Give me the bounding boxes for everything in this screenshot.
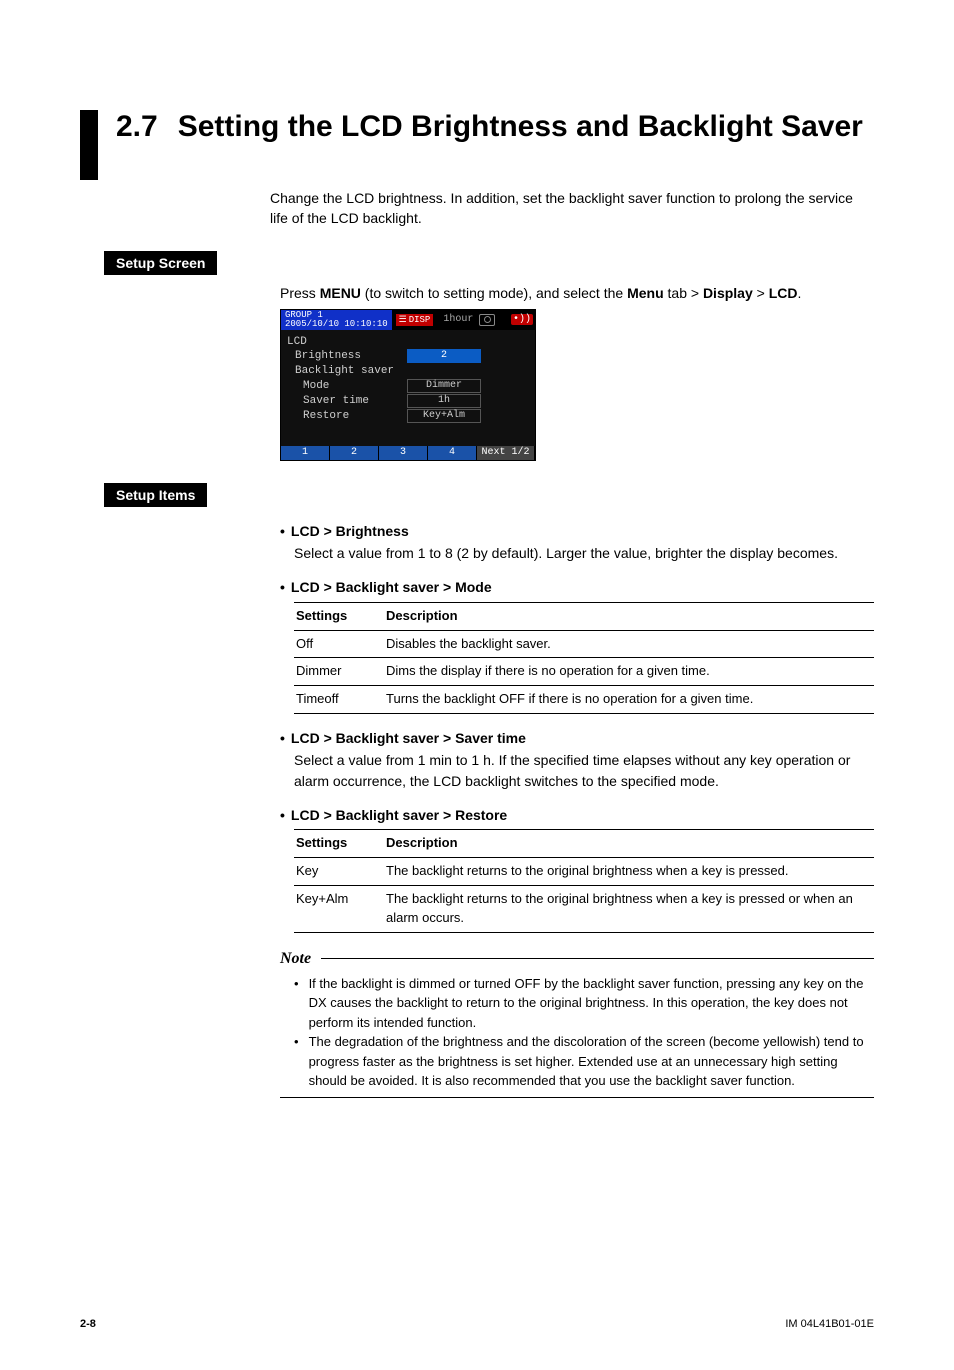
table-row: KeyThe backlight returns to the original… [294, 858, 874, 886]
setup-screen-tag: Setup Screen [104, 251, 217, 275]
table-row: TimeoffTurns the backlight OFF if there … [294, 686, 874, 714]
camera-icon [479, 314, 495, 326]
ss-softkey-next: Next 1/2 [477, 446, 535, 460]
ss-val-savertime: 1h [407, 394, 481, 408]
restore-table: SettingsDescription KeyThe backlight ret… [294, 829, 874, 932]
ss-val-brightness: 2 [407, 349, 481, 363]
ss-group-label: GROUP 1 2005/10/10 10:10:10 [281, 310, 392, 330]
item-brightness-body: Select a value from 1 to 8 (2 by default… [294, 543, 874, 563]
page-number: 2-8 [80, 1318, 96, 1330]
note-list: •If the backlight is dimmed or turned OF… [280, 974, 874, 1098]
ss-softkey-1: 1 [281, 446, 330, 460]
ss-softkey-3: 3 [379, 446, 428, 460]
intro-text: Change the LCD brightness. In addition, … [270, 188, 874, 229]
item-mode-head: •LCD > Backlight saver > Mode [280, 577, 874, 597]
ss-softkey-2: 2 [330, 446, 379, 460]
device-screenshot: GROUP 1 2005/10/10 10:10:10 ☰DISP 1hour … [280, 309, 536, 461]
disp-icon: ☰DISP [396, 314, 434, 326]
setup-items-tag: Setup Items [104, 483, 207, 507]
heading-bar [80, 110, 98, 180]
table-row: DimmerDims the display if there is no op… [294, 658, 874, 686]
ss-val-mode: Dimmer [407, 379, 481, 393]
item-restore-head: •LCD > Backlight saver > Restore [280, 805, 874, 825]
item-savertime-body: Select a value from 1 min to 1 h. If the… [294, 750, 874, 791]
section-number: 2.7 [116, 110, 158, 144]
ss-val-restore: Key+Alm [407, 409, 481, 423]
mode-table: SettingsDescription OffDisables the back… [294, 602, 874, 714]
doc-id: IM 04L41B01-01E [785, 1318, 874, 1330]
item-savertime-head: •LCD > Backlight saver > Saver time [280, 728, 874, 748]
ss-softkey-4: 4 [428, 446, 477, 460]
ss-lcd-label: LCD [287, 336, 529, 348]
table-row: Key+AlmThe backlight returns to the orig… [294, 886, 874, 933]
note-heading: Note [280, 947, 874, 970]
section-title: Setting the LCD Brightness and Backlight… [178, 110, 874, 144]
alarm-icon: •)) [511, 314, 533, 325]
press-instruction: Press MENU (to switch to setting mode), … [280, 283, 874, 303]
section-heading: 2.7 Setting the LCD Brightness and Backl… [80, 110, 874, 180]
page-footer: 2-8 IM 04L41B01-01E [80, 1318, 874, 1330]
ss-1hour: 1hour [443, 314, 473, 325]
item-brightness-head: •LCD > Brightness [280, 521, 874, 541]
table-row: OffDisables the backlight saver. [294, 630, 874, 658]
